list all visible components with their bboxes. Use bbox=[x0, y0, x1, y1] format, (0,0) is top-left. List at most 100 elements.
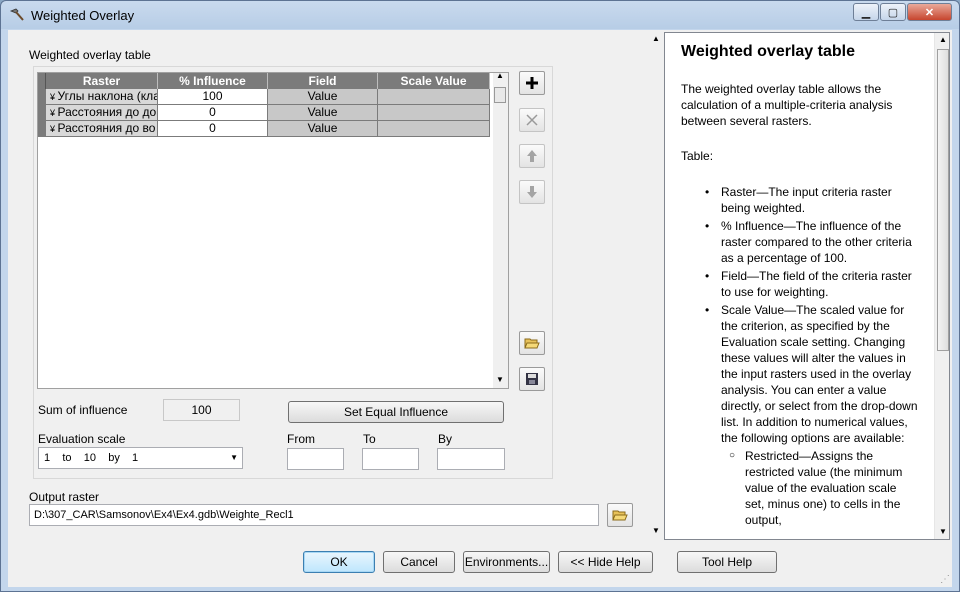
help-title: Weighted overlay table bbox=[681, 43, 855, 60]
move-down-button[interactable] bbox=[519, 180, 545, 204]
by-input[interactable] bbox=[437, 448, 505, 470]
window-title: Weighted Overlay bbox=[31, 8, 135, 23]
influence-cell[interactable]: 100 bbox=[158, 89, 268, 105]
help-table-heading: Table: bbox=[681, 149, 714, 163]
row-selector[interactable] bbox=[38, 105, 46, 121]
scale-cell[interactable] bbox=[378, 105, 490, 121]
grid-scroll-thumb[interactable] bbox=[494, 87, 506, 103]
table-row[interactable]: ¥ Расстояния до до 0 Value bbox=[38, 105, 490, 121]
scroll-down-icon[interactable]: ▼ bbox=[652, 526, 660, 535]
weighted-overlay-grid[interactable]: Raster % Influence Field Scale Value ¥ У… bbox=[37, 71, 509, 389]
scroll-up-icon[interactable]: ▲ bbox=[652, 34, 660, 43]
dialog-window: Weighted Overlay ▁ ▢ ✕ Weighted overlay … bbox=[0, 0, 960, 592]
row-selector[interactable] bbox=[38, 89, 46, 105]
remove-raster-button[interactable] bbox=[519, 108, 545, 132]
open-folder-icon bbox=[524, 338, 540, 349]
header-raster[interactable]: Raster bbox=[46, 73, 158, 89]
help-subitem-restricted: Restricted—Assigns the restricted value … bbox=[729, 448, 905, 528]
tool-parameters-pane: Weighted overlay table Raster % Influenc… bbox=[11, 32, 663, 540]
hammer-icon bbox=[9, 8, 24, 21]
sum-influence-label: Sum of influence bbox=[38, 403, 128, 417]
evaluation-scale-label: Evaluation scale bbox=[38, 432, 126, 446]
close-icon: ✕ bbox=[924, 6, 935, 19]
help-list: Raster—The input criteria raster being w… bbox=[705, 184, 919, 528]
header-selector bbox=[38, 73, 46, 89]
help-intro: The weighted overlay table allows the ca… bbox=[681, 82, 893, 128]
open-button[interactable] bbox=[519, 331, 545, 355]
delete-icon bbox=[526, 114, 538, 126]
expand-icon[interactable]: ¥ bbox=[50, 92, 58, 102]
environments-button[interactable]: Environments... bbox=[463, 551, 550, 573]
field-cell[interactable]: Value bbox=[268, 105, 378, 121]
evaluation-scale-select[interactable]: 1 to 10 by 1 ▼ bbox=[38, 447, 243, 469]
minimize-button[interactable]: ▁ bbox=[853, 3, 879, 21]
scale-cell[interactable] bbox=[378, 121, 490, 137]
expand-icon[interactable]: ¥ bbox=[50, 124, 58, 134]
field-cell[interactable]: Value bbox=[268, 121, 378, 137]
help-scroll-thumb[interactable] bbox=[937, 49, 949, 351]
plus-icon bbox=[526, 77, 538, 89]
raster-cell[interactable]: ¥ Расстояния до во bbox=[46, 121, 158, 137]
raster-name: Расстояния до до bbox=[57, 105, 157, 119]
help-item-raster: Raster—The input criteria raster being w… bbox=[705, 184, 919, 216]
evaluation-scale-value: 1 to 10 by 1 bbox=[44, 452, 139, 464]
scroll-up-icon[interactable]: ▲ bbox=[939, 35, 947, 44]
field-cell[interactable]: Value bbox=[268, 89, 378, 105]
influence-cell[interactable]: 0 bbox=[158, 105, 268, 121]
influence-cell[interactable]: 0 bbox=[158, 121, 268, 137]
resize-grip-icon[interactable]: ⋰ bbox=[940, 574, 950, 585]
raster-name: Расстояния до во bbox=[57, 121, 156, 135]
grid-header: Raster % Influence Field Scale Value bbox=[38, 73, 490, 89]
header-field[interactable]: Field bbox=[268, 73, 378, 89]
chevron-down-icon[interactable]: ▼ bbox=[230, 448, 238, 468]
to-input[interactable] bbox=[362, 448, 419, 470]
expand-icon[interactable]: ¥ bbox=[50, 108, 58, 118]
parameters-scrollbar[interactable]: ▲ ▼ bbox=[649, 32, 663, 540]
title-bar[interactable]: Weighted Overlay ▁ ▢ ✕ bbox=[1, 1, 959, 30]
move-up-button[interactable] bbox=[519, 144, 545, 168]
help-item-field: Field—The field of the criteria raster t… bbox=[705, 268, 919, 300]
help-panel: Weighted overlay table The weighted over… bbox=[664, 32, 950, 540]
output-raster-label: Output raster bbox=[29, 490, 100, 504]
from-label: From bbox=[287, 432, 315, 446]
help-scrollbar[interactable]: ▲ ▼ bbox=[934, 33, 949, 539]
tool-help-button[interactable]: Tool Help bbox=[677, 551, 777, 573]
header-scale-value[interactable]: Scale Value bbox=[378, 73, 490, 89]
table-row[interactable]: ¥ Углы наклона (кла 100 Value bbox=[38, 89, 490, 105]
set-equal-influence-button[interactable]: Set Equal Influence bbox=[288, 401, 504, 423]
add-raster-button[interactable] bbox=[519, 71, 545, 95]
maximize-icon: ▢ bbox=[887, 6, 899, 19]
output-raster-input[interactable]: D:\307_CAR\Samsonov\Ex4\Ex4.gdb\Weighte_… bbox=[29, 504, 599, 526]
maximize-button[interactable]: ▢ bbox=[880, 3, 906, 21]
close-button[interactable]: ✕ bbox=[907, 3, 952, 21]
raster-cell[interactable]: ¥ Углы наклона (кла bbox=[46, 89, 158, 105]
raster-name: Углы наклона (кла bbox=[57, 89, 158, 103]
save-icon bbox=[526, 373, 538, 385]
to-label: To bbox=[363, 432, 376, 446]
table-row[interactable]: ¥ Расстояния до во 0 Value bbox=[38, 121, 490, 137]
arrow-up-icon bbox=[527, 150, 537, 162]
scroll-up-icon[interactable]: ▲ bbox=[496, 71, 504, 80]
help-item-scale-value: Scale Value—The scaled value for the cri… bbox=[705, 302, 919, 446]
button-bar: OK Cancel Environments... << Hide Help T… bbox=[8, 541, 952, 587]
hide-help-button[interactable]: << Hide Help bbox=[558, 551, 653, 573]
scale-cell[interactable] bbox=[378, 89, 490, 105]
minimize-icon: ▁ bbox=[861, 6, 871, 19]
dialog-client: Weighted overlay table Raster % Influenc… bbox=[8, 30, 952, 541]
save-button[interactable] bbox=[519, 367, 545, 391]
from-input[interactable] bbox=[287, 448, 344, 470]
open-folder-icon bbox=[612, 510, 628, 521]
raster-cell[interactable]: ¥ Расстояния до до bbox=[46, 105, 158, 121]
row-selector[interactable] bbox=[38, 121, 46, 137]
weighted-overlay-group: Raster % Influence Field Scale Value ¥ У… bbox=[33, 66, 553, 479]
browse-output-button[interactable] bbox=[607, 503, 633, 527]
grid-scrollbar[interactable]: ▲ ▼ bbox=[493, 71, 508, 388]
scroll-down-icon[interactable]: ▼ bbox=[939, 527, 947, 536]
scroll-down-icon[interactable]: ▼ bbox=[496, 375, 504, 384]
weighted-table-label: Weighted overlay table bbox=[29, 48, 151, 62]
ok-button[interactable]: OK bbox=[303, 551, 375, 573]
header-influence[interactable]: % Influence bbox=[158, 73, 268, 89]
by-label: By bbox=[438, 432, 453, 446]
arrow-down-icon bbox=[527, 186, 537, 198]
cancel-button[interactable]: Cancel bbox=[383, 551, 455, 573]
